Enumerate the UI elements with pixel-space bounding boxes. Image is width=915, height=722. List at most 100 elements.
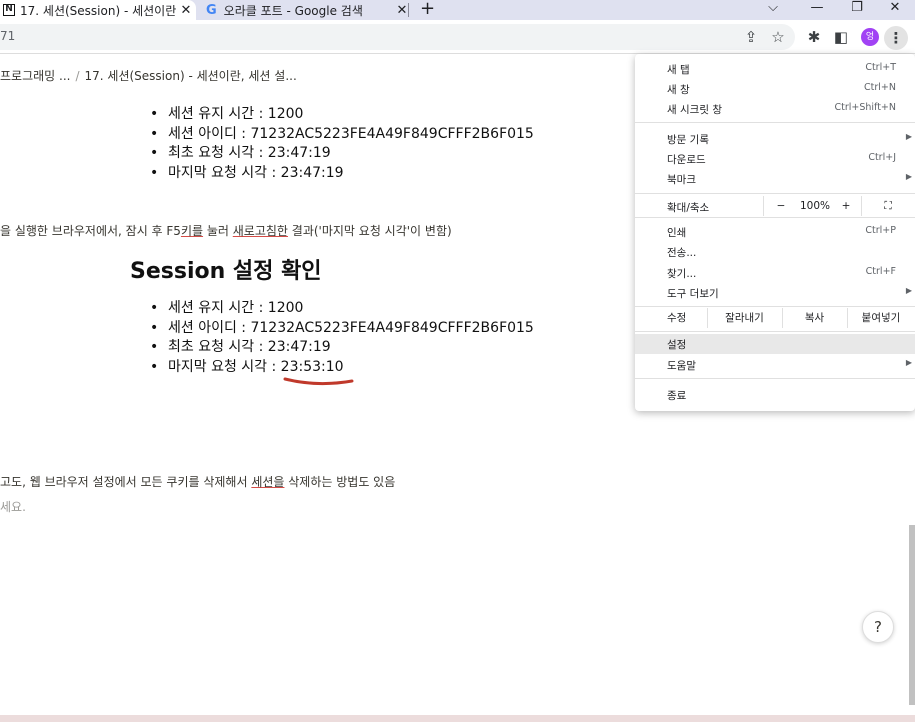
tab-oracle-port-search[interactable]: G 오라클 포트 - Google 검색 ✕ [200,0,412,20]
help-button[interactable]: ? [862,611,894,643]
menu-item-new-window[interactable]: 새 창 Ctrl+N [635,79,915,99]
menu-item-downloads[interactable]: 다운로드 Ctrl+J [635,149,915,169]
menu-shortcut: Ctrl+Shift+N [834,102,896,113]
bookmark-star-icon[interactable]: ☆ [769,28,787,46]
extensions-icon[interactable]: ✱ [805,28,823,46]
list-item: 세션 유지 시간 : 1200 [150,105,534,125]
browser-toolbar: 71 ⇪ ☆ ✱ ◧ 엉 ⋮ [0,20,915,54]
menu-divider [635,306,915,307]
breadcrumb-parent[interactable]: 프로그래밍 ... [0,69,70,83]
menu-label: 찾기... [667,268,697,280]
restore-button[interactable]: ❐ [840,0,874,20]
paste-button[interactable]: 붙여넣기 [847,308,915,328]
cut-button[interactable]: 잘라내기 [707,308,782,328]
menu-label: 설정 [667,339,687,351]
google-icon: G [206,2,217,18]
menu-item-help[interactable]: 도움말 ▶ [635,355,915,375]
cookie-deletion-paragraph: 고도, 웹 브라우저 설정에서 모든 쿠키를 삭제해서 세션을 삭제하는 방법도… [0,473,395,490]
zoom-in-button[interactable]: + [831,196,861,216]
menu-label: 전송... [667,247,697,259]
menu-label: 다운로드 [667,154,706,166]
session-info-list-before: 세션 유지 시간 : 1200 세션 아이디 : 71232AC5223FE4A… [150,105,534,183]
list-item: 마지막 요청 시각 : 23:47:19 [150,164,534,184]
menu-label: 방문 기록 [667,134,709,146]
menu-item-settings[interactable]: 설정 [635,334,915,354]
submenu-arrow-icon: ▶ [905,358,912,367]
menu-label: 도구 더보기 [667,288,719,300]
submenu-arrow-icon: ▶ [905,172,912,181]
list-item: 최초 요청 시각 : 23:47:19 [150,144,534,164]
notion-icon: N [3,4,15,16]
caption-text: 눌러 [203,224,233,238]
menu-shortcut: Ctrl+T [865,62,896,73]
menu-label: 인쇄 [667,227,687,239]
profile-avatar[interactable]: 엉 [861,28,879,46]
menu-item-new-tab[interactable]: 새 탭 Ctrl+T [635,59,915,79]
zoom-out-button[interactable]: − [763,196,799,216]
paragraph-keyword-session: 세션을 [251,475,285,489]
breadcrumb-current[interactable]: 17. 세션(Session) - 세션이란, 세션 설... [85,69,297,83]
menu-shortcut: Ctrl+F [865,266,896,277]
menu-item-print[interactable]: 인쇄 Ctrl+P [635,222,915,242]
side-panel-icon[interactable]: ◧ [832,28,850,46]
menu-item-find[interactable]: 찾기... Ctrl+F [635,263,915,283]
menu-divider [635,193,915,194]
placeholder-hint[interactable]: 세요. [0,498,26,515]
tab-divider [408,3,409,17]
paragraph-text: 삭제하는 방법도 있음 [284,475,396,489]
chrome-main-menu: 새 탭 Ctrl+T 새 창 Ctrl+N 새 시크릿 창 Ctrl+Shift… [635,54,915,411]
menu-divider [635,122,915,123]
menu-edit-label: 수정 [667,312,687,324]
list-item: 세션 아이디 : 71232AC5223FE4A49F849CFFF2B6F01… [150,125,534,145]
new-tab-button[interactable]: + [420,0,435,20]
menu-zoom-row: 확대/축소 − 100% + ⛶ [635,196,915,216]
close-icon[interactable]: ✕ [392,3,412,18]
menu-divider [635,217,915,218]
menu-item-incognito[interactable]: 새 시크릿 창 Ctrl+Shift+N [635,99,915,119]
menu-label: 종료 [667,390,687,402]
list-item: 세션 아이디 : 71232AC5223FE4A49F849CFFF2B6F01… [150,319,534,339]
session-info-list-after: 세션 유지 시간 : 1200 세션 아이디 : 71232AC5223FE4A… [150,299,534,377]
address-bar[interactable]: 71 [0,24,795,50]
page-scrollbar[interactable] [909,525,915,705]
tab-title: 17. 세션(Session) - 세션이란, 세 [20,3,176,18]
minimize-button[interactable]: — [800,0,834,20]
fullscreen-icon[interactable]: ⛶ [861,196,915,216]
chrome-menu-button[interactable]: ⋮ [884,26,908,50]
menu-label: 새 시크릿 창 [667,104,722,116]
menu-label: 북마크 [667,174,696,186]
menu-divider [635,378,915,379]
window-close-button[interactable]: ✕ [878,0,912,20]
menu-label: 새 창 [667,84,690,96]
caption-text: 을 실행한 브라우저에서, 잠시 후 F5 [0,224,181,238]
menu-item-bookmarks[interactable]: 북마크 ▶ [635,169,915,189]
menu-label: 확대/축소 [667,202,710,214]
tab-title: 오라클 포트 - Google 검색 [223,3,363,18]
caption-keyword-key: 키를 [180,224,204,238]
menu-label: 새 탭 [667,64,690,76]
tab-session-article[interactable]: N 17. 세션(Session) - 세션이란, 세 ✕ [0,0,196,20]
menu-shortcut: Ctrl+J [868,152,896,163]
menu-item-exit[interactable]: 종료 [635,385,915,405]
menu-edit-row: 수정 잘라내기 복사 붙여넣기 [635,308,915,328]
paragraph-text: 고도, 웹 브라우저 설정에서 모든 쿠키를 삭제해서 [0,475,252,489]
breadcrumb-separator: / [75,69,80,83]
os-taskbar-edge [0,715,915,722]
zoom-level: 100% [799,200,831,212]
menu-shortcut: Ctrl+N [864,82,896,93]
breadcrumb: 프로그래밍 ... / 17. 세션(Session) - 세션이란, 세션 설..… [0,67,297,84]
list-item: 최초 요청 시각 : 23:47:19 [150,338,534,358]
caption-text: 결과('마지막 요청 시각'이 변함) [287,224,452,238]
submenu-arrow-icon: ▶ [905,286,912,295]
menu-item-cast[interactable]: 전송... [635,242,915,262]
copy-button[interactable]: 복사 [782,308,847,328]
session-settings-heading: Session 설정 확인 [130,259,322,284]
close-icon[interactable]: ✕ [176,3,196,18]
share-icon[interactable]: ⇪ [742,28,760,46]
menu-shortcut: Ctrl+P [865,225,896,236]
red-underline-annotation [283,377,354,386]
tab-search-button[interactable]: ⌵ [756,0,790,20]
address-text: 71 [0,29,16,43]
menu-item-history[interactable]: 방문 기록 ▶ [635,129,915,149]
menu-item-more-tools[interactable]: 도구 더보기 ▶ [635,283,915,303]
